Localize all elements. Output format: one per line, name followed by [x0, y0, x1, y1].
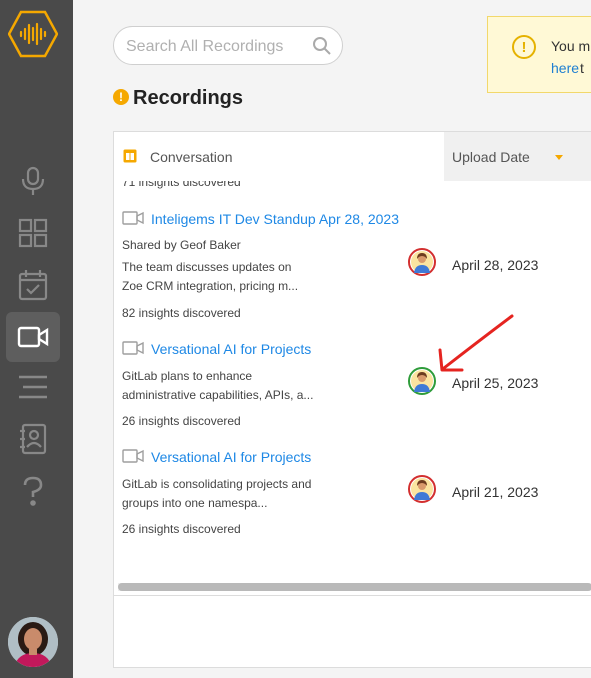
- divider: [114, 595, 591, 596]
- insights-count: 26 insights discovered: [122, 522, 241, 536]
- sidebar: [0, 0, 73, 678]
- upload-date: April 21, 2023: [452, 484, 539, 500]
- column-label-conversation: Conversation: [150, 149, 233, 165]
- column-label-upload-date: Upload Date: [452, 149, 530, 165]
- search-icon[interactable]: [312, 36, 332, 61]
- notice-text: You m: [551, 38, 591, 54]
- recording-title-link[interactable]: Inteligems IT Dev Standup Apr 28, 2023: [151, 211, 399, 227]
- nav-dashboard-grid-icon[interactable]: [6, 208, 60, 258]
- summary-line-2: Zoe CRM integration, pricing m...: [122, 279, 299, 293]
- sort-descending-icon[interactable]: [555, 155, 563, 160]
- nav-help-question-icon[interactable]: [6, 466, 60, 516]
- summary-line-1: GitLab plans to enhance: [122, 369, 253, 383]
- horizontal-scrollbar[interactable]: [118, 583, 591, 591]
- nav-contacts-book-icon[interactable]: [6, 414, 60, 464]
- column-header-upload-date[interactable]: Upload Date: [444, 132, 591, 181]
- previous-row-insights: 71 insights discovered: [122, 181, 241, 189]
- recording-title-link[interactable]: Versational AI for Projects: [151, 341, 311, 357]
- notice-link[interactable]: here: [551, 60, 579, 76]
- summary-line-1: The team discusses updates on: [122, 260, 292, 274]
- nav-record-microphone-icon[interactable]: [6, 156, 60, 206]
- video-camera-icon: [122, 449, 144, 468]
- annotation-arrow-icon: [438, 314, 514, 372]
- recordings-list: 71 insights discovered Inteligems IT Dev…: [114, 181, 591, 581]
- insights-count: 82 insights discovered: [122, 306, 241, 320]
- owner-avatar[interactable]: [408, 248, 436, 276]
- app-logo-icon[interactable]: [7, 10, 59, 58]
- column-header-conversation[interactable]: Conversation: [114, 132, 444, 181]
- nav-calendar-check-icon[interactable]: [6, 260, 60, 310]
- shared-by-text: Shared by Geof Baker: [122, 238, 241, 252]
- summary-line-2: groups into one namespa...: [122, 496, 268, 510]
- recording-title-link[interactable]: Versational AI for Projects: [151, 449, 311, 465]
- owner-avatar[interactable]: [408, 475, 436, 503]
- upload-date: April 28, 2023: [452, 257, 539, 273]
- alert-circle-icon: !: [512, 35, 536, 59]
- recordings-table: Conversation Upload Date 71 insights dis…: [113, 131, 591, 668]
- nav-recordings-video-icon[interactable]: [6, 312, 60, 362]
- page-title: Recordings: [133, 87, 244, 109]
- video-camera-icon: [122, 341, 144, 360]
- scrollbar-thumb[interactable]: [118, 583, 591, 591]
- summary-line-2: administrative capabilities, APIs, a...: [122, 388, 314, 402]
- user-avatar[interactable]: [8, 617, 58, 667]
- info-badge-icon: !: [113, 89, 129, 105]
- notice-text-continued: t: [580, 60, 584, 76]
- nav-list-lines-icon[interactable]: [6, 362, 60, 412]
- columns-icon[interactable]: [123, 149, 137, 168]
- search-input[interactable]: Search All Recordings: [126, 38, 283, 56]
- insights-count: 26 insights discovered: [122, 414, 241, 428]
- notice-banner: ! You m here t: [487, 16, 591, 93]
- search-recordings[interactable]: Search All Recordings: [113, 26, 343, 65]
- summary-line-1: GitLab is consolidating projects and: [122, 477, 312, 491]
- video-camera-icon: [122, 211, 144, 230]
